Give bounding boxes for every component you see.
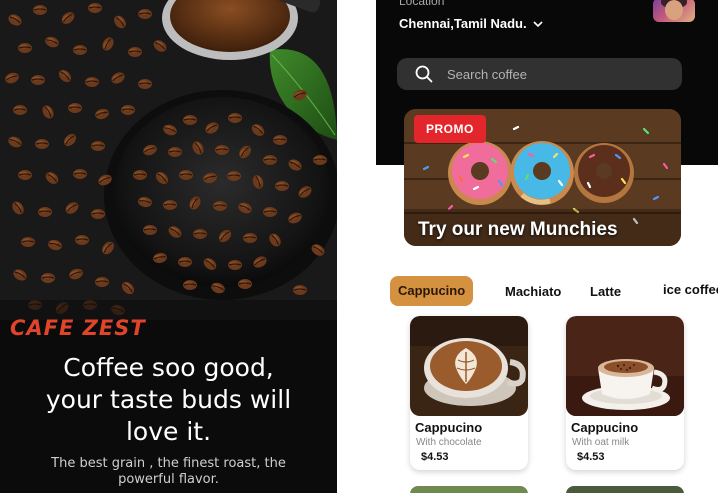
brand-logo-text: CAFE ZEST <box>10 316 146 340</box>
tab-cappucino[interactable]: Cappucino <box>390 276 474 306</box>
product-name: Cappucino <box>571 420 639 435</box>
subheadline-line: powerful flavor. <box>118 472 219 487</box>
app-screens: CAFE ZEST Coffee soo good, your taste bu… <box>0 0 718 493</box>
avatar[interactable] <box>653 0 695 22</box>
product-price: $4.53 <box>577 451 605 463</box>
tab-machiato[interactable]: Machiato <box>505 277 561 307</box>
splash-screen: CAFE ZEST Coffee soo good, your taste bu… <box>0 0 337 493</box>
product-image <box>566 316 684 416</box>
promo-title: Try our new Munchies <box>418 219 618 240</box>
subheadline-line: The best grain , the finest roast, the <box>51 456 286 471</box>
coffee-beans-hero-image <box>0 0 337 320</box>
product-description: With chocolate <box>416 437 482 448</box>
latte-cup-illustration <box>410 316 528 416</box>
product-name: Cappucino <box>415 420 483 435</box>
product-card[interactable]: Cappucino With chocolate $4.53 <box>410 316 528 470</box>
cappucino-cup-illustration <box>566 316 684 416</box>
product-card[interactable]: Cappucino With oat milk $4.53 <box>566 316 684 470</box>
headline-line: love it. <box>125 417 212 446</box>
splash-headline: Coffee soo good, your taste buds will lo… <box>0 352 337 448</box>
product-image <box>410 316 528 416</box>
promo-badge: PROMO <box>414 115 486 143</box>
tab-ice-coffee[interactable]: ice coffee <box>663 275 718 305</box>
search-icon <box>415 65 433 83</box>
promo-banner[interactable]: PROMO Try our new Munchies <box>404 109 681 246</box>
splash-subheadline: The best grain , the finest roast, the p… <box>0 456 337 488</box>
location-selector[interactable]: Chennai,Tamil Nadu. <box>399 16 543 31</box>
product-card-peek[interactable] <box>410 486 528 493</box>
search-bar[interactable] <box>397 58 682 90</box>
headline-line: your taste buds will <box>45 385 292 414</box>
product-description: With oat milk <box>572 437 630 448</box>
tab-latte[interactable]: Latte <box>590 277 621 307</box>
location-label: Location <box>399 0 445 8</box>
product-price: $4.53 <box>421 451 449 463</box>
search-input[interactable] <box>447 66 647 82</box>
chevron-down-icon <box>533 19 543 31</box>
location-value: Chennai,Tamil Nadu. <box>399 16 527 31</box>
category-tabs: Cappucino Machiato Latte ice coffee <box>390 276 718 306</box>
coffee-beans-illustration <box>0 0 337 320</box>
headline-line: Coffee soo good, <box>63 353 274 382</box>
home-screen: Location Chennai,Tamil Nadu. Search coff… <box>376 0 718 493</box>
product-card-peek[interactable] <box>566 486 684 493</box>
